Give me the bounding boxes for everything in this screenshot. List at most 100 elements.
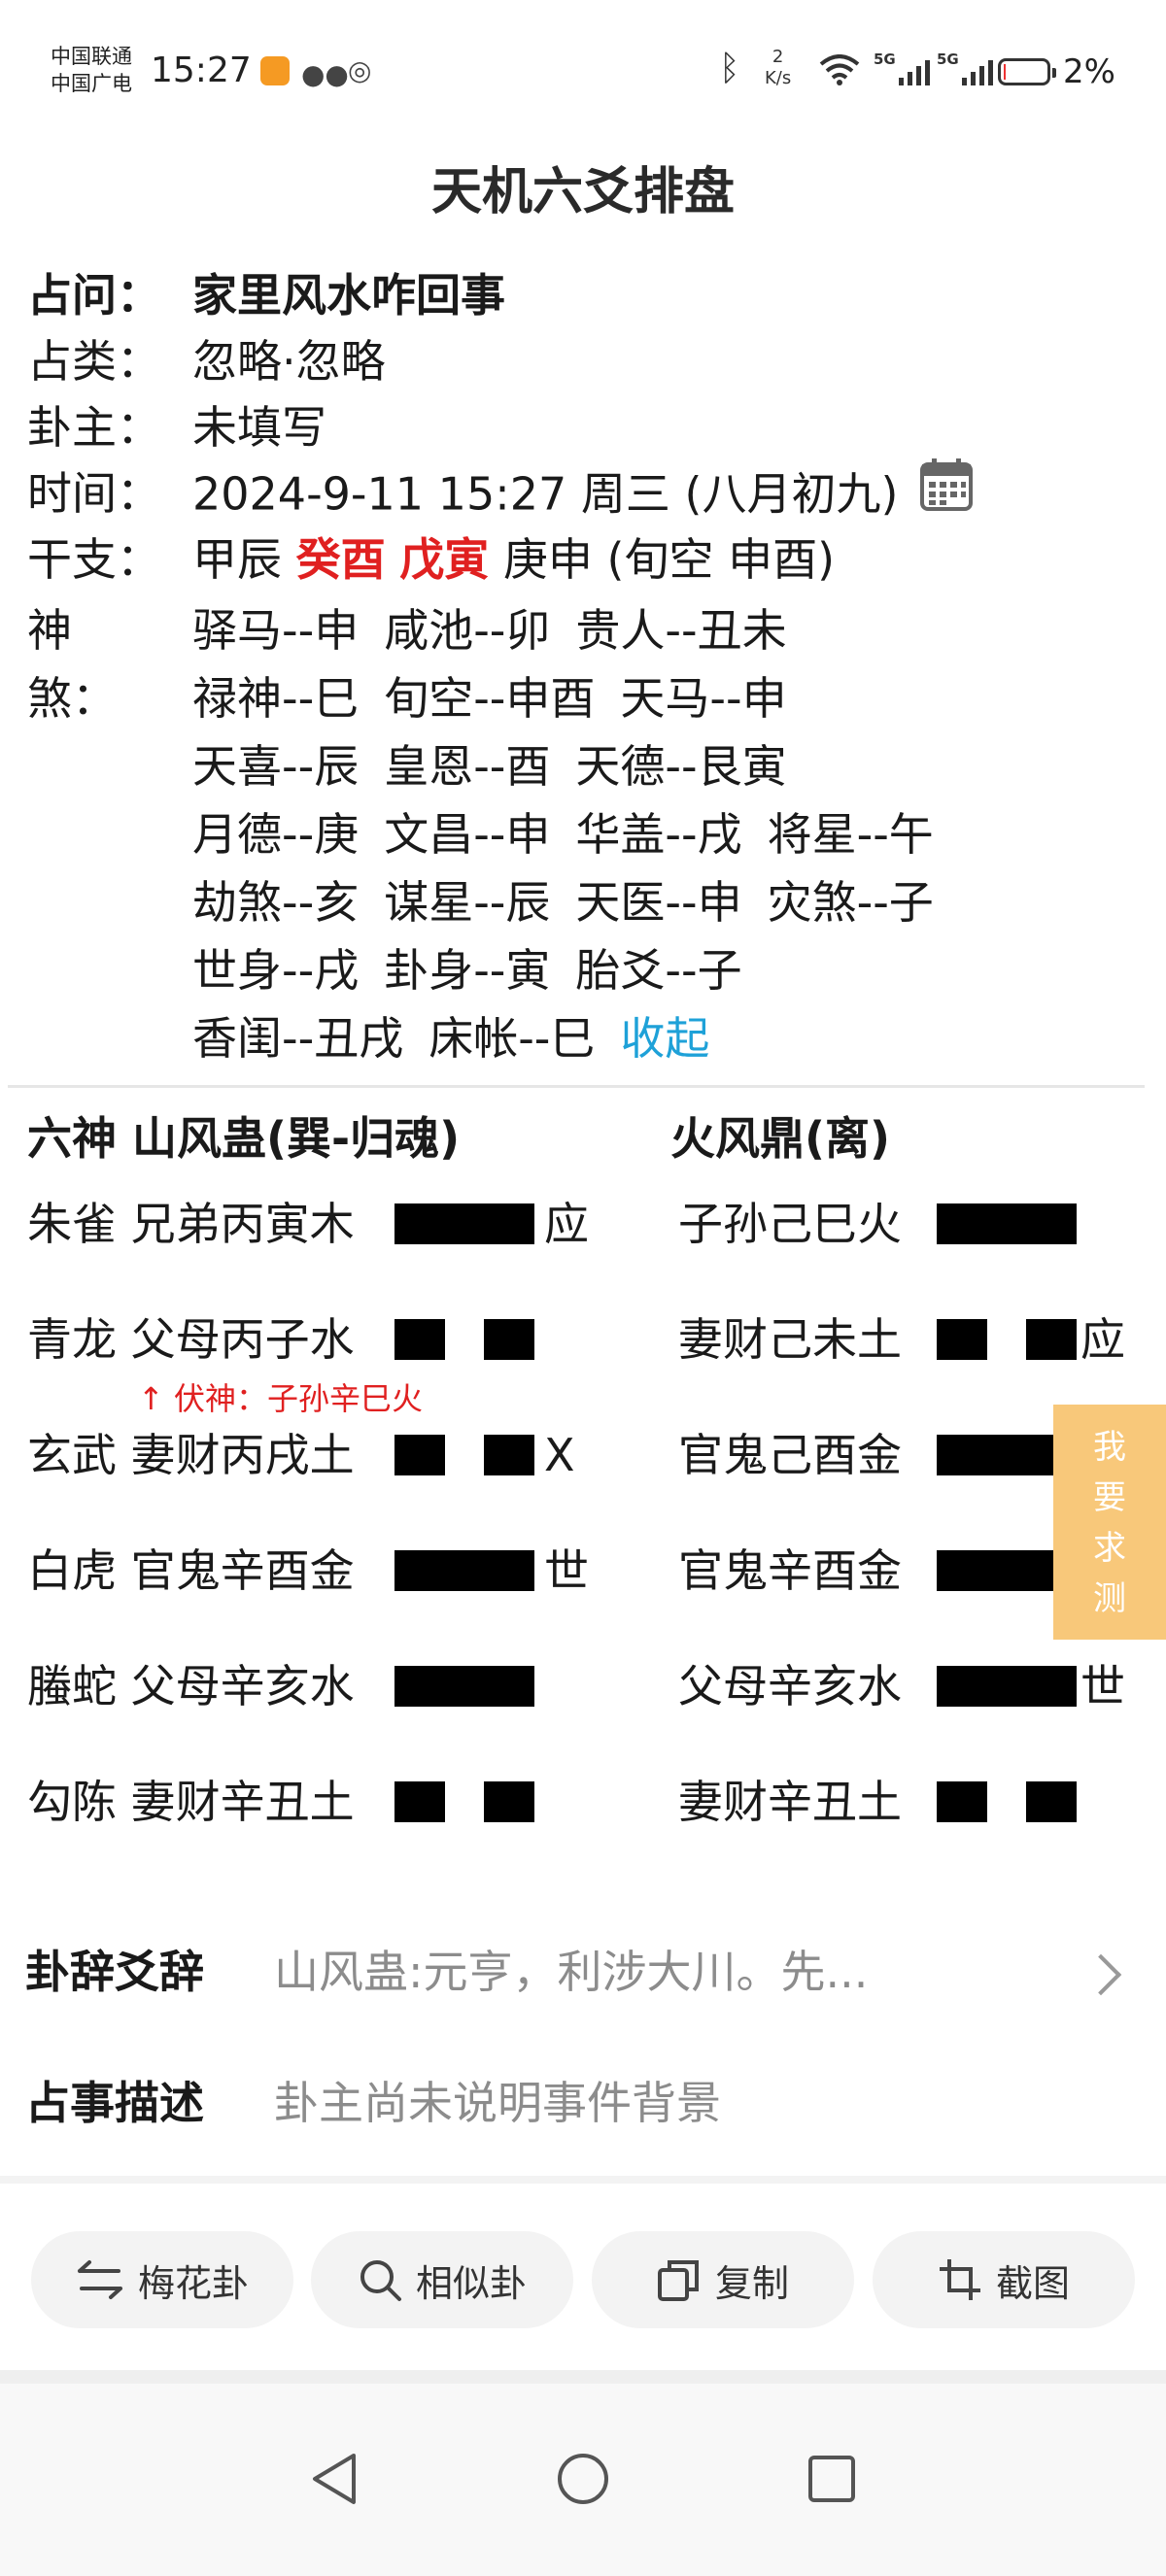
yin-segment — [394, 1781, 445, 1822]
bluetooth-icon: ᛒ — [719, 49, 740, 88]
left-yao-label: 玄武 妻财丙戌土 — [27, 1429, 355, 1481]
gua-ci-value: 山风蛊:元亨，利涉大川。先... — [274, 1946, 869, 1998]
swap-arrows-icon — [76, 2258, 124, 2301]
ganzhi-year: 甲辰 — [192, 533, 282, 586]
ask-char-1: 我 — [1093, 1428, 1126, 1467]
xunkong: (旬空 申酉) — [606, 533, 836, 586]
net-speed-value: 2 — [772, 47, 784, 67]
ganzhi-row: 干支： 甲辰 癸酉 戊寅 庚申 (旬空 申酉) — [27, 526, 1145, 593]
signal-1-tag: 5G — [874, 51, 896, 68]
shensha-lines: 驿马--申 咸池--卯 贵人--丑未 禄神--巳 旬空--申酉 天马--申 天喜--辰 皇恩-… — [192, 596, 959, 1072]
category-row: 占类： 忽略·忽略 — [27, 328, 1145, 394]
category-value: 忽略·忽略 — [192, 335, 386, 388]
left-gua-header: 六神 山风蛊(巽-归魂) — [27, 1112, 461, 1165]
time-label: 时间： — [27, 467, 161, 520]
crop-icon — [938, 2257, 982, 2302]
right-yang-line — [937, 1203, 1077, 1244]
left-yao-label: 螣蛇 父母辛亥水 — [27, 1660, 355, 1712]
time-value: 2024-9-11 15:27 周三 (八月初九) — [192, 467, 899, 521]
calendar-icon[interactable] — [918, 457, 975, 530]
right-yao-label: 父母辛亥水 — [678, 1660, 902, 1712]
shensha-item: 胎爻--子 — [575, 944, 742, 997]
location-icon: ◎ — [348, 54, 372, 86]
similar-gua-button[interactable]: 相似卦 — [311, 2231, 573, 2328]
left-yin-line — [394, 1781, 534, 1822]
right-yao-label: 官鬼己酉金 — [678, 1429, 902, 1481]
event-desc-row: 占事描述 卦主尚未说明事件背景 — [25, 2069, 721, 2137]
collapse-link[interactable]: 收起 — [620, 1012, 709, 1065]
shensha-line: 天喜--辰 皇恩--酉 天德--艮寅 — [192, 732, 959, 800]
recents-icon[interactable] — [806, 2454, 857, 2508]
yin-segment — [937, 1319, 987, 1360]
wechat-icon: ●● — [301, 58, 349, 90]
owner-value: 未填写 — [192, 401, 326, 454]
net-speed: 2 K/s — [765, 47, 791, 89]
left-yin-line — [394, 1319, 534, 1360]
question-row: 占问： 家里风水咋回事 — [27, 262, 1145, 328]
screenshot-label: 截图 — [995, 2261, 1070, 2305]
meihua-button[interactable]: 梅花卦 — [31, 2231, 293, 2328]
shensha-item: 将星--午 — [767, 808, 934, 861]
left-yang-line — [394, 1203, 534, 1244]
left-yang-line — [394, 1550, 534, 1591]
shensha-item: 天马--申 — [620, 672, 787, 725]
shensha-item: 香闺--丑戌 — [192, 1012, 404, 1065]
page-title: 天机六爻排盘 — [430, 163, 735, 221]
ganzhi-hour: 庚申 — [502, 533, 593, 586]
shensha-item: 旬空--申酉 — [384, 672, 596, 725]
left-yao-label: 勾陈 妻财辛丑土 — [27, 1776, 355, 1828]
screenshot-button[interactable]: 截图 — [873, 2231, 1135, 2328]
right-yao-label: 子孙己巳火 — [678, 1198, 902, 1250]
yin-segment — [484, 1319, 534, 1360]
yin-segment — [484, 1781, 534, 1822]
battery-level — [1004, 64, 1006, 80]
copy-label: 复制 — [714, 2261, 789, 2305]
owner-label: 卦主： — [27, 401, 161, 454]
back-icon[interactable] — [309, 2452, 360, 2510]
carrier-1: 中国联通 — [51, 45, 132, 68]
shensha-item: 天德--艮寅 — [575, 740, 787, 793]
fushen-note: ↑ 伏神：子孙辛巳火 — [138, 1380, 423, 1417]
question-label: 占问： — [27, 269, 161, 322]
ganzhi-value: 甲辰 癸酉 戊寅 庚申 (旬空 申酉) — [192, 526, 835, 593]
left-yao-label: 青龙 父母丙子水 — [27, 1313, 355, 1366]
home-icon[interactable] — [556, 2452, 610, 2510]
wifi-icon — [819, 54, 860, 93]
yin-segment — [394, 1435, 445, 1475]
app-badge-icon — [260, 56, 290, 85]
shensha-item: 卦身--寅 — [384, 944, 551, 997]
shensha-line: 月德--庚 文昌--申 华盖--戌 将星--午 — [192, 800, 959, 868]
gua-ci-row[interactable]: 卦辞爻辞 山风蛊:元亨，利涉大川。先... — [25, 1938, 1143, 2006]
left-yin-line — [394, 1435, 534, 1475]
yin-segment — [1026, 1781, 1077, 1822]
carrier-info: 中国联通 中国广电 — [51, 43, 132, 97]
shensha-label: 神煞： — [27, 604, 117, 725]
shensha-item: 文昌--申 — [384, 808, 551, 861]
yin-segment — [394, 1319, 445, 1360]
category-label: 占类： — [27, 335, 161, 388]
ganzhi-label: 干支： — [27, 533, 161, 586]
shensha-item: 咸池--卯 — [384, 604, 551, 657]
time-row: 时间： 2024-9-11 15:27 周三 (八月初九) — [27, 458, 1145, 526]
search-icon — [358, 2257, 402, 2302]
yin-segment — [1026, 1319, 1077, 1360]
shensha-line: 世身--戌 卦身--寅 胎爻--子 — [192, 936, 959, 1004]
shensha-item: 世身--戌 — [192, 944, 360, 997]
copy-button[interactable]: 复制 — [592, 2231, 854, 2328]
status-bar: 中国联通 中国广电 15:27 ●● ◎ ᛒ 2 K/s 5G 5G 2% — [0, 0, 1166, 126]
net-speed-unit: K/s — [765, 68, 792, 88]
shensha-item: 禄神--巳 — [192, 672, 360, 725]
owner-row: 卦主： 未填写 — [27, 394, 1145, 460]
event-value: 卦主尚未说明事件背景 — [274, 2077, 721, 2129]
shensha-item: 皇恩--酉 — [384, 740, 551, 793]
event-label: 占事描述 — [25, 2077, 204, 2129]
right-yin-line — [937, 1781, 1077, 1822]
right-yao-mark: 应 — [1080, 1313, 1125, 1366]
ask-divination-button[interactable]: 我 要 求 测 — [1053, 1405, 1166, 1640]
shensha-item: 灾煞--子 — [767, 876, 934, 929]
shensha-item: 谋星--辰 — [384, 876, 551, 929]
signal-icon: 5G — [874, 51, 930, 85]
right-yin-line — [937, 1319, 1077, 1360]
shensha-item: 天医--申 — [575, 876, 742, 929]
battery-icon — [998, 58, 1056, 85]
